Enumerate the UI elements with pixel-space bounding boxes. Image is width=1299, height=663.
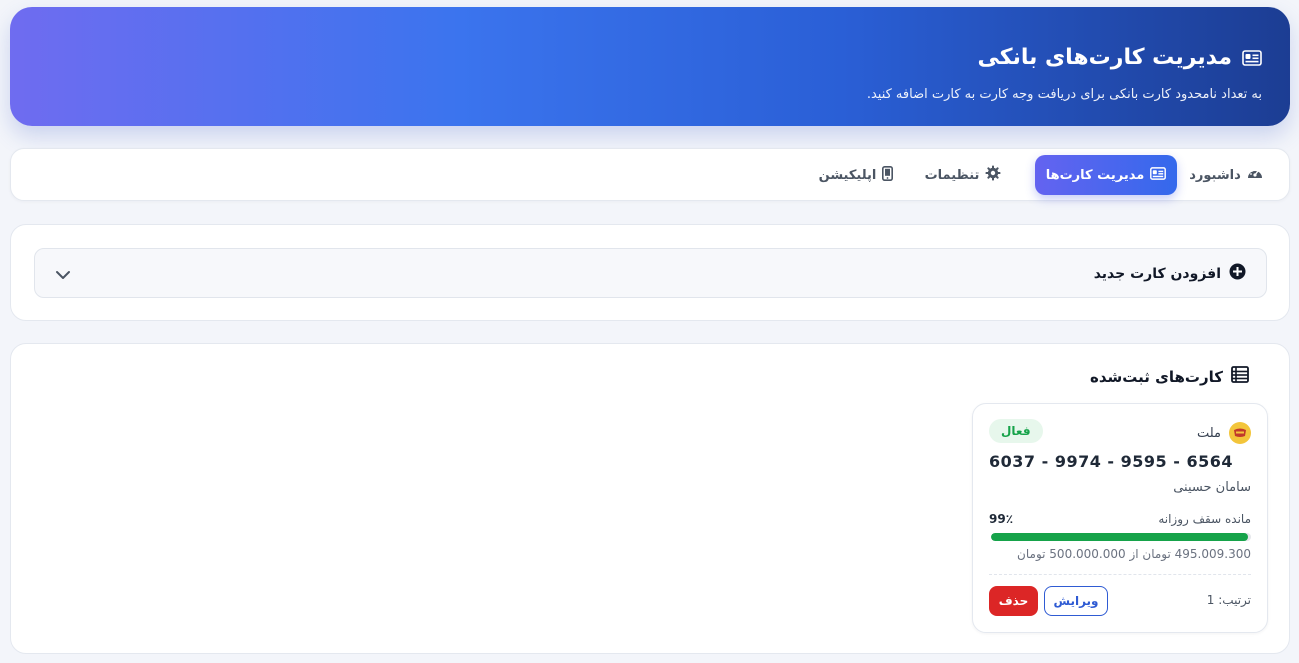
tab-cards[interactable]: مدیریت کارت‌ها: [1035, 155, 1177, 195]
mobile-icon: [882, 165, 894, 185]
tab-settings[interactable]: تنظیمات: [913, 155, 1013, 195]
add-card-label: افزودن کارت جدید: [1093, 265, 1221, 282]
tab-dashboard[interactable]: داشبورد: [1173, 155, 1279, 195]
page-title: مدیریت کارت‌های بانکی: [977, 45, 1232, 70]
tab-label: داشبورد: [1189, 167, 1241, 183]
bank-name: ملت: [1196, 425, 1221, 441]
list-icon: [1231, 366, 1249, 387]
id-card-icon: [1242, 49, 1262, 66]
header-title-row: مدیریت کارت‌های بانکی: [978, 45, 1262, 70]
registered-cards-panel: کارت‌های ثبت‌شده ملت فعال 6037 - 9974 - …: [10, 343, 1290, 654]
gauge-icon: [1247, 166, 1263, 184]
add-card-accordion[interactable]: افزودن کارت جدید: [34, 248, 1267, 298]
tab-label: اپلیکیشن: [818, 167, 877, 183]
card-number: 6037 - 9974 - 9595 - 6564: [989, 452, 1233, 471]
card-divider: [989, 574, 1251, 575]
section-title: کارت‌های ثبت‌شده: [1090, 367, 1223, 386]
daily-limit-percent: 99٪: [989, 512, 1014, 526]
page-header: مدیریت کارت‌های بانکی به تعداد نامحدود ک…: [10, 7, 1290, 126]
chevron-down-icon[interactable]: [55, 266, 71, 285]
tab-bar: داشبورد مدیریت کارت‌ها: [10, 148, 1290, 201]
card-holder-name: سامان حسینی: [1173, 480, 1251, 495]
plus-circle-icon: [1229, 263, 1246, 284]
bank-logo-icon: [1229, 422, 1251, 444]
card-order: ترتیب: 1: [1206, 593, 1251, 607]
edit-card-button[interactable]: ویرایش: [1044, 586, 1108, 616]
add-card-title: افزودن کارت جدید: [1094, 263, 1246, 284]
delete-card-button[interactable]: حذف: [989, 586, 1038, 616]
id-card-icon: [1150, 166, 1167, 184]
page-subtitle: به تعداد نامحدود کارت بانکی برای دریافت …: [866, 87, 1262, 102]
add-card-panel: افزودن کارت جدید: [10, 224, 1290, 321]
bank-info: ملت: [1197, 422, 1251, 444]
status-badge: فعال: [989, 419, 1043, 443]
daily-limit-progress: [991, 533, 1251, 541]
bank-card: ملت فعال 6037 - 9974 - 9595 - 6564 سامان…: [972, 403, 1268, 633]
daily-limit-detail: 495.009.300 تومان از 500.000.000 تومان: [1017, 547, 1251, 561]
tab-label: تنظیمات: [924, 167, 980, 183]
tab-label: مدیریت کارت‌ها: [1045, 167, 1145, 183]
gear-icon: [985, 165, 1001, 185]
tab-application[interactable]: اپلیکیشن: [811, 155, 901, 195]
registered-cards-title: کارت‌های ثبت‌شده: [1090, 366, 1249, 387]
daily-limit-label: مانده سقف روزانه: [1158, 512, 1251, 526]
daily-limit-progress-fill: [991, 533, 1249, 541]
